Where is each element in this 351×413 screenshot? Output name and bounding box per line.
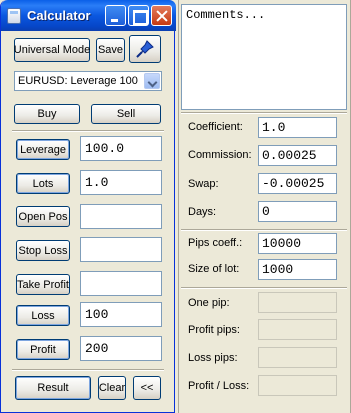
pips-coeff-input[interactable]: 10000 <box>258 233 337 254</box>
close-button[interactable] <box>151 5 172 26</box>
result-button[interactable]: Result <box>15 376 91 400</box>
swap-label: Swap: <box>188 178 219 190</box>
minimize-button[interactable] <box>105 5 126 26</box>
minimize-icon <box>106 6 125 25</box>
coefficient-label: Coefficient: <box>188 121 243 133</box>
window-title: Calculator <box>27 8 91 23</box>
maximize-button[interactable] <box>128 5 149 26</box>
calculator-window: Calculator Universal Mode Save EURUSD: L… <box>0 0 176 413</box>
profit-loss-output <box>258 375 337 396</box>
pin-icon <box>136 40 154 58</box>
coefficient-input[interactable]: 1.0 <box>258 117 337 138</box>
separator <box>181 229 347 231</box>
universal-mode-button[interactable]: Universal Mode <box>14 38 90 62</box>
separator <box>12 130 164 132</box>
stop-loss-button[interactable]: Stop Loss <box>16 240 70 261</box>
one-pip-output <box>258 292 337 313</box>
take-profit-input[interactable] <box>80 271 162 296</box>
close-icon <box>152 6 171 25</box>
collapse-panel-button[interactable]: << <box>133 376 161 400</box>
days-label: Days: <box>188 206 217 218</box>
sell-button[interactable]: Sell <box>91 104 161 124</box>
profit-input[interactable]: 200 <box>80 336 162 361</box>
open-pos-button[interactable]: Open Pos <box>16 206 70 227</box>
commission-label: Commission: <box>188 149 252 161</box>
separator <box>12 369 164 371</box>
separator <box>181 287 347 289</box>
leverage-input[interactable]: 100.0 <box>80 136 162 161</box>
lots-input[interactable]: 1.0 <box>80 170 162 195</box>
days-input[interactable]: 0 <box>258 201 337 222</box>
maximize-icon <box>129 6 148 25</box>
swap-input[interactable]: -0.00025 <box>258 173 337 194</box>
loss-input[interactable]: 100 <box>80 302 162 327</box>
title-bar[interactable]: Calculator <box>1 0 176 31</box>
size-of-lot-input[interactable]: 1000 <box>258 259 337 280</box>
take-profit-button[interactable]: Take Profit <box>16 274 70 295</box>
one-pip-label: One pip: <box>188 297 230 309</box>
chevron-down-icon[interactable] <box>144 73 160 89</box>
loss-pips-label: Loss pips: <box>188 352 238 364</box>
profit-button[interactable]: Profit <box>16 339 70 360</box>
size-of-lot-label: Size of lot: <box>188 263 240 275</box>
loss-pips-output <box>258 347 337 368</box>
symbol-select[interactable]: EURUSD: Leverage 100 <box>14 71 162 91</box>
profit-loss-label: Profit / Loss: <box>188 380 250 392</box>
profit-pips-output <box>258 319 337 340</box>
commission-input[interactable]: 0.00025 <box>258 145 337 166</box>
loss-button[interactable]: Loss <box>16 305 70 326</box>
leverage-button[interactable]: Leverage <box>16 139 70 160</box>
calculator-app-icon <box>7 7 21 24</box>
symbol-select-value: EURUSD: Leverage 100 <box>18 75 138 87</box>
lots-button[interactable]: Lots <box>16 173 70 194</box>
profit-pips-label: Profit pips: <box>188 324 240 336</box>
save-button[interactable]: Save <box>96 38 125 62</box>
open-pos-input[interactable] <box>80 204 162 229</box>
comments-field[interactable]: Comments... <box>181 4 347 110</box>
separator <box>181 112 347 114</box>
pin-button[interactable] <box>129 35 161 63</box>
stop-loss-input[interactable] <box>80 237 162 262</box>
pips-coeff-label: Pips coeff.: <box>188 237 243 249</box>
buy-button[interactable]: Buy <box>14 104 80 124</box>
clear-button[interactable]: Clear <box>98 376 126 400</box>
